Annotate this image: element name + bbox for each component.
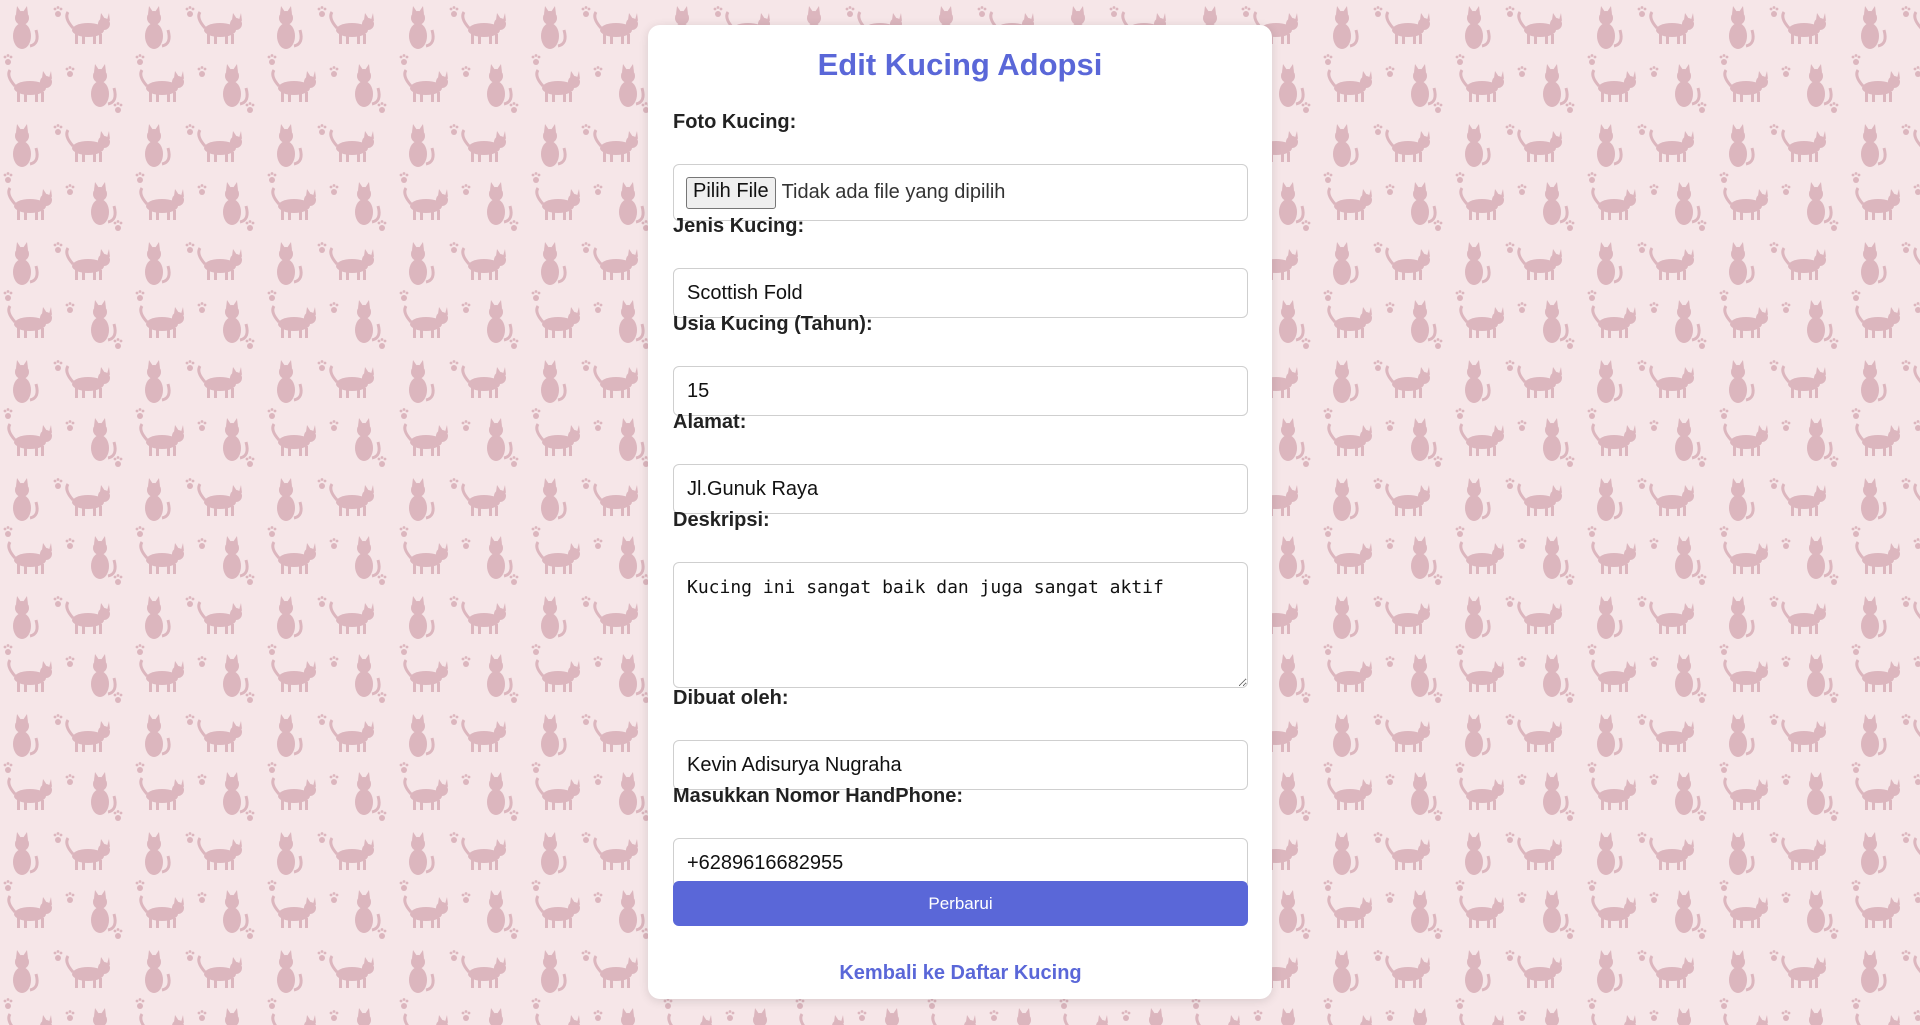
update-button[interactable]: Perbarui: [673, 881, 1248, 926]
address-field: Alamat:: [673, 410, 1248, 514]
created-by-field: Dibuat oleh:: [673, 686, 1248, 790]
page-title: Edit Kucing Adopsi: [817, 47, 1103, 82]
age-input[interactable]: [673, 366, 1248, 416]
description-field: Deskripsi: Kucing ini sangat baik dan ju…: [673, 508, 1248, 688]
created-by-input[interactable]: [673, 740, 1248, 790]
description-textarea[interactable]: Kucing ini sangat baik dan juga sangat a…: [673, 562, 1248, 688]
breed-input[interactable]: [673, 268, 1248, 318]
photo-file-input[interactable]: Pilih File Tidak ada file yang dipilih: [673, 164, 1248, 221]
age-field: Usia Kucing (Tahun):: [673, 312, 1248, 416]
file-status-text: Tidak ada file yang dipilih: [781, 181, 1006, 203]
edit-cat-form-card: Edit Kucing Adopsi Foto Kucing: Pilih Fi…: [648, 25, 1272, 999]
created-by-label: Dibuat oleh:: [673, 687, 789, 709]
choose-file-button[interactable]: Pilih File: [686, 176, 776, 209]
back-to-cat-list-link[interactable]: Kembali ke Daftar Kucing: [673, 962, 1248, 985]
address-input[interactable]: [673, 464, 1248, 514]
breed-label: Jenis Kucing:: [673, 215, 805, 237]
phone-label: Masukkan Nomor HandPhone:: [673, 785, 964, 807]
description-label: Deskripsi:: [673, 509, 770, 531]
phone-field: Masukkan Nomor HandPhone:: [673, 784, 1248, 888]
breed-field: Jenis Kucing:: [673, 214, 1248, 318]
photo-label: Foto Kucing:: [673, 111, 797, 133]
address-label: Alamat:: [673, 411, 747, 433]
photo-field: Foto Kucing: Pilih File Tidak ada file y…: [673, 110, 1248, 221]
age-label: Usia Kucing (Tahun):: [673, 313, 873, 335]
